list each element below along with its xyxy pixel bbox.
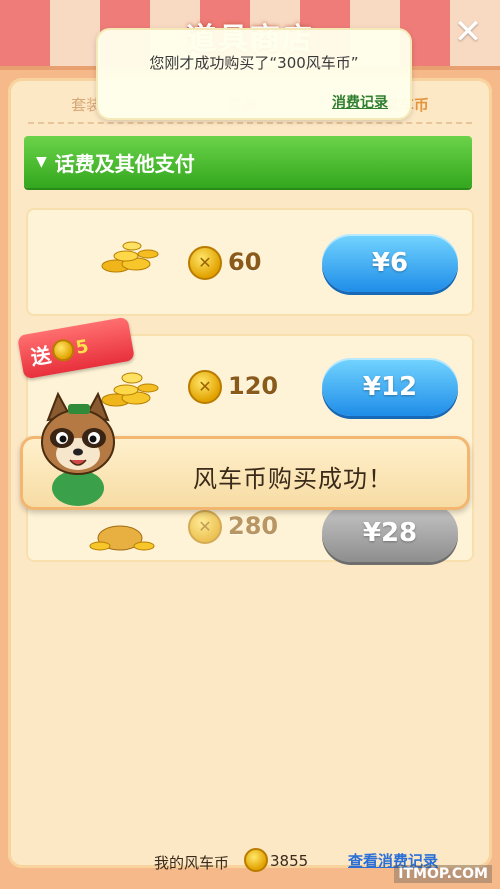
coin-icon [50, 337, 76, 364]
purchase-toast: 您刚才成功购买了“300风车币” 消费记录 [96, 28, 412, 120]
coin-amount: 120 [228, 372, 279, 400]
consumption-record-link[interactable]: 消费记录 [332, 92, 388, 112]
raccoon-mascot-icon [41, 391, 115, 506]
coin-icon [188, 246, 222, 280]
tab-divider [28, 122, 472, 124]
section-label: 话费及其他支付 [54, 151, 195, 176]
coin-amount: 280 [228, 512, 279, 540]
close-icon[interactable]: ✕ [450, 14, 486, 50]
coin-icon [188, 510, 222, 544]
wallet-balance: 3855 [270, 852, 309, 870]
success-message: 风车币购买成功！ [193, 465, 393, 493]
bonus-amount: 5 [74, 335, 91, 359]
product-card: 60 ¥6 [26, 208, 474, 316]
triangle-down-icon: ▼ [36, 154, 47, 170]
buy-button[interactable]: ¥6 [322, 234, 458, 292]
coin-sack-icon [89, 525, 155, 551]
coin-pile-icon [101, 241, 159, 273]
coin-icon [244, 848, 268, 872]
bonus-prefix: 送 [28, 342, 53, 370]
wallet-label: 我的风车币 [154, 854, 230, 872]
buy-button[interactable]: ¥12 [322, 358, 458, 416]
toast-message: 您刚才成功购买了“300风车币” [149, 54, 359, 72]
section-header[interactable]: ▼ 话费及其他支付 [24, 136, 472, 188]
buy-button-disabled[interactable]: ¥28 [322, 504, 458, 562]
watermark-logo: ITMOP.COM [394, 865, 492, 883]
coin-amount: 60 [228, 248, 262, 276]
coin-icon [188, 370, 222, 404]
